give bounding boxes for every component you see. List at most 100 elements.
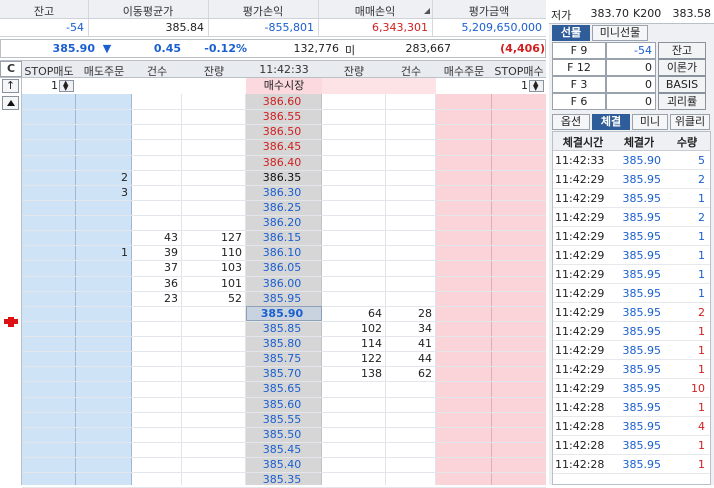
market-buy-label[interactable]: 매수시장 <box>246 78 322 93</box>
ladder-price[interactable]: 386.60 <box>246 94 322 109</box>
trade-time: 11:42:29 <box>555 287 605 300</box>
ladder-sell-order[interactable] <box>76 260 132 275</box>
trade-time: 11:42:29 <box>555 230 605 243</box>
tab-futures[interactable]: 선물 <box>552 25 590 41</box>
ladder-price[interactable]: 385.50 <box>246 427 322 442</box>
ladder-sell-order[interactable]: 3 <box>76 185 132 200</box>
ladder-price[interactable]: 386.55 <box>246 109 322 124</box>
trade-time: 11:42:29 <box>555 325 605 338</box>
ladder-sell-order[interactable] <box>76 366 132 381</box>
ladder-sell-order[interactable] <box>76 230 132 245</box>
ladder-price[interactable]: 385.90 <box>246 306 322 321</box>
ladder-sell-order[interactable] <box>76 124 132 139</box>
ladder-price[interactable]: 385.85 <box>246 321 322 336</box>
ladder-sell-order[interactable] <box>76 200 132 215</box>
ladder-price[interactable]: 386.25 <box>246 200 322 215</box>
tab-trades[interactable]: 체결 <box>592 114 630 130</box>
ladder-price[interactable]: 386.20 <box>246 215 322 230</box>
ladder-ask-cnt <box>132 170 182 185</box>
ladder-price[interactable]: 385.65 <box>246 381 322 396</box>
cancel-all-button[interactable]: C <box>0 61 22 77</box>
fkey-value: -54 <box>606 42 656 59</box>
ladder-price[interactable]: 386.50 <box>246 124 322 139</box>
ladder-bid-cnt <box>386 276 436 291</box>
ladder-sell-order[interactable] <box>76 336 132 351</box>
ladder-price[interactable]: 386.05 <box>246 260 322 275</box>
ladder-sell-order[interactable] <box>76 351 132 366</box>
stop-buy-spinner[interactable]: ▲ ▼ <box>529 80 544 92</box>
scroll-up-button[interactable]: ↑ <box>2 79 19 93</box>
ladder-bid-qty <box>322 215 386 230</box>
stop-sell-spinner[interactable]: ▲ ▼ <box>59 80 74 92</box>
ladder-bid-qty <box>322 230 386 245</box>
ladder-sell-order[interactable] <box>76 381 132 396</box>
fkey-label: F 6 <box>552 93 606 110</box>
stop-sell-qty[interactable]: 1 <box>22 78 58 93</box>
summary-eval-amount: 5,209,650,000 <box>461 21 542 34</box>
ladder-sell-order[interactable] <box>76 306 132 321</box>
ladder-ask-qty <box>182 306 246 321</box>
tab-mini[interactable]: 미니 <box>632 114 668 130</box>
header-sell-order: 매도주문 <box>83 65 125 78</box>
ladder-sell-order[interactable]: 1 <box>76 245 132 260</box>
ladder-bid-cnt <box>386 472 436 487</box>
ladder-bid-cnt: 28 <box>418 306 432 320</box>
ladder-sell-order[interactable] <box>76 457 132 472</box>
ladder-price[interactable]: 386.45 <box>246 139 322 154</box>
ladder-price[interactable]: 385.95 <box>246 291 322 306</box>
ladder-sell-order[interactable] <box>76 427 132 442</box>
ladder-price[interactable]: 386.35 <box>246 170 322 185</box>
trade-time: 11:42:29 <box>555 249 605 262</box>
low-label: 저가 <box>551 9 572 22</box>
ladder-price[interactable]: 386.10 <box>246 245 322 260</box>
fkey-button[interactable]: 이론가 <box>658 59 706 76</box>
ladder-bid-cnt <box>386 94 436 109</box>
ladder-bid-qty <box>322 124 386 139</box>
ladder-bid-qty <box>322 412 386 427</box>
ladder-sell-order[interactable] <box>76 109 132 124</box>
ladder-sell-order[interactable] <box>76 291 132 306</box>
spin-down-icon: ▼ <box>63 84 69 92</box>
tab-mini-futures[interactable]: 미니선물 <box>592 25 648 41</box>
ladder-price[interactable]: 386.40 <box>246 155 322 170</box>
trade-price: 385.95 <box>622 325 662 338</box>
ladder-sell-order[interactable] <box>76 397 132 412</box>
ladder-price[interactable]: 386.30 <box>246 185 322 200</box>
stop-buy-qty[interactable]: 1 <box>492 78 528 93</box>
ladder-sell-order[interactable] <box>76 155 132 170</box>
fkey-button[interactable]: 괴리률 <box>658 93 706 110</box>
ladder-price[interactable]: 385.70 <box>246 366 322 381</box>
header-bid-qty: 잔량 <box>343 65 365 78</box>
ladder-sell-order[interactable] <box>76 94 132 109</box>
ladder-sell-order[interactable] <box>76 442 132 457</box>
ladder-sell-order[interactable] <box>76 276 132 291</box>
ladder-price[interactable]: 385.35 <box>246 472 322 487</box>
trade-qty: 1 <box>698 344 705 357</box>
fkey-button[interactable]: BASIS <box>658 76 706 93</box>
ladder-price[interactable]: 386.00 <box>246 276 322 291</box>
ladder-price[interactable]: 385.75 <box>246 351 322 366</box>
tab-weekly[interactable]: 위클리 <box>670 114 710 130</box>
tab-options[interactable]: 옵션 <box>552 114 590 130</box>
ladder-ask-qty <box>182 336 246 351</box>
fkey-value: 0 <box>606 93 656 110</box>
ladder-sell-order[interactable] <box>76 321 132 336</box>
scroll-top-button[interactable] <box>2 96 19 110</box>
ladder-sell-order[interactable] <box>76 472 132 487</box>
fkey-button[interactable]: 잔고 <box>658 42 706 59</box>
ladder-bid-qty <box>322 94 386 109</box>
ladder-sell-order[interactable] <box>76 412 132 427</box>
price-change: 0.45 <box>153 42 181 55</box>
ladder-price[interactable]: 385.60 <box>246 397 322 412</box>
ladder-price[interactable]: 385.45 <box>246 442 322 457</box>
ladder-price[interactable]: 385.40 <box>246 457 322 472</box>
ladder-price[interactable]: 385.80 <box>246 336 322 351</box>
fkey-row: F 12 0 이론가 <box>552 59 707 76</box>
ladder-sell-order[interactable] <box>76 215 132 230</box>
ladder-sell-order[interactable]: 2 <box>76 170 132 185</box>
ladder-sell-order[interactable] <box>76 139 132 154</box>
ladder-price[interactable]: 386.15 <box>246 230 322 245</box>
ladder-price[interactable]: 385.55 <box>246 412 322 427</box>
ladder-ask-cnt <box>132 321 182 336</box>
trade-price: 385.95 <box>622 382 662 395</box>
